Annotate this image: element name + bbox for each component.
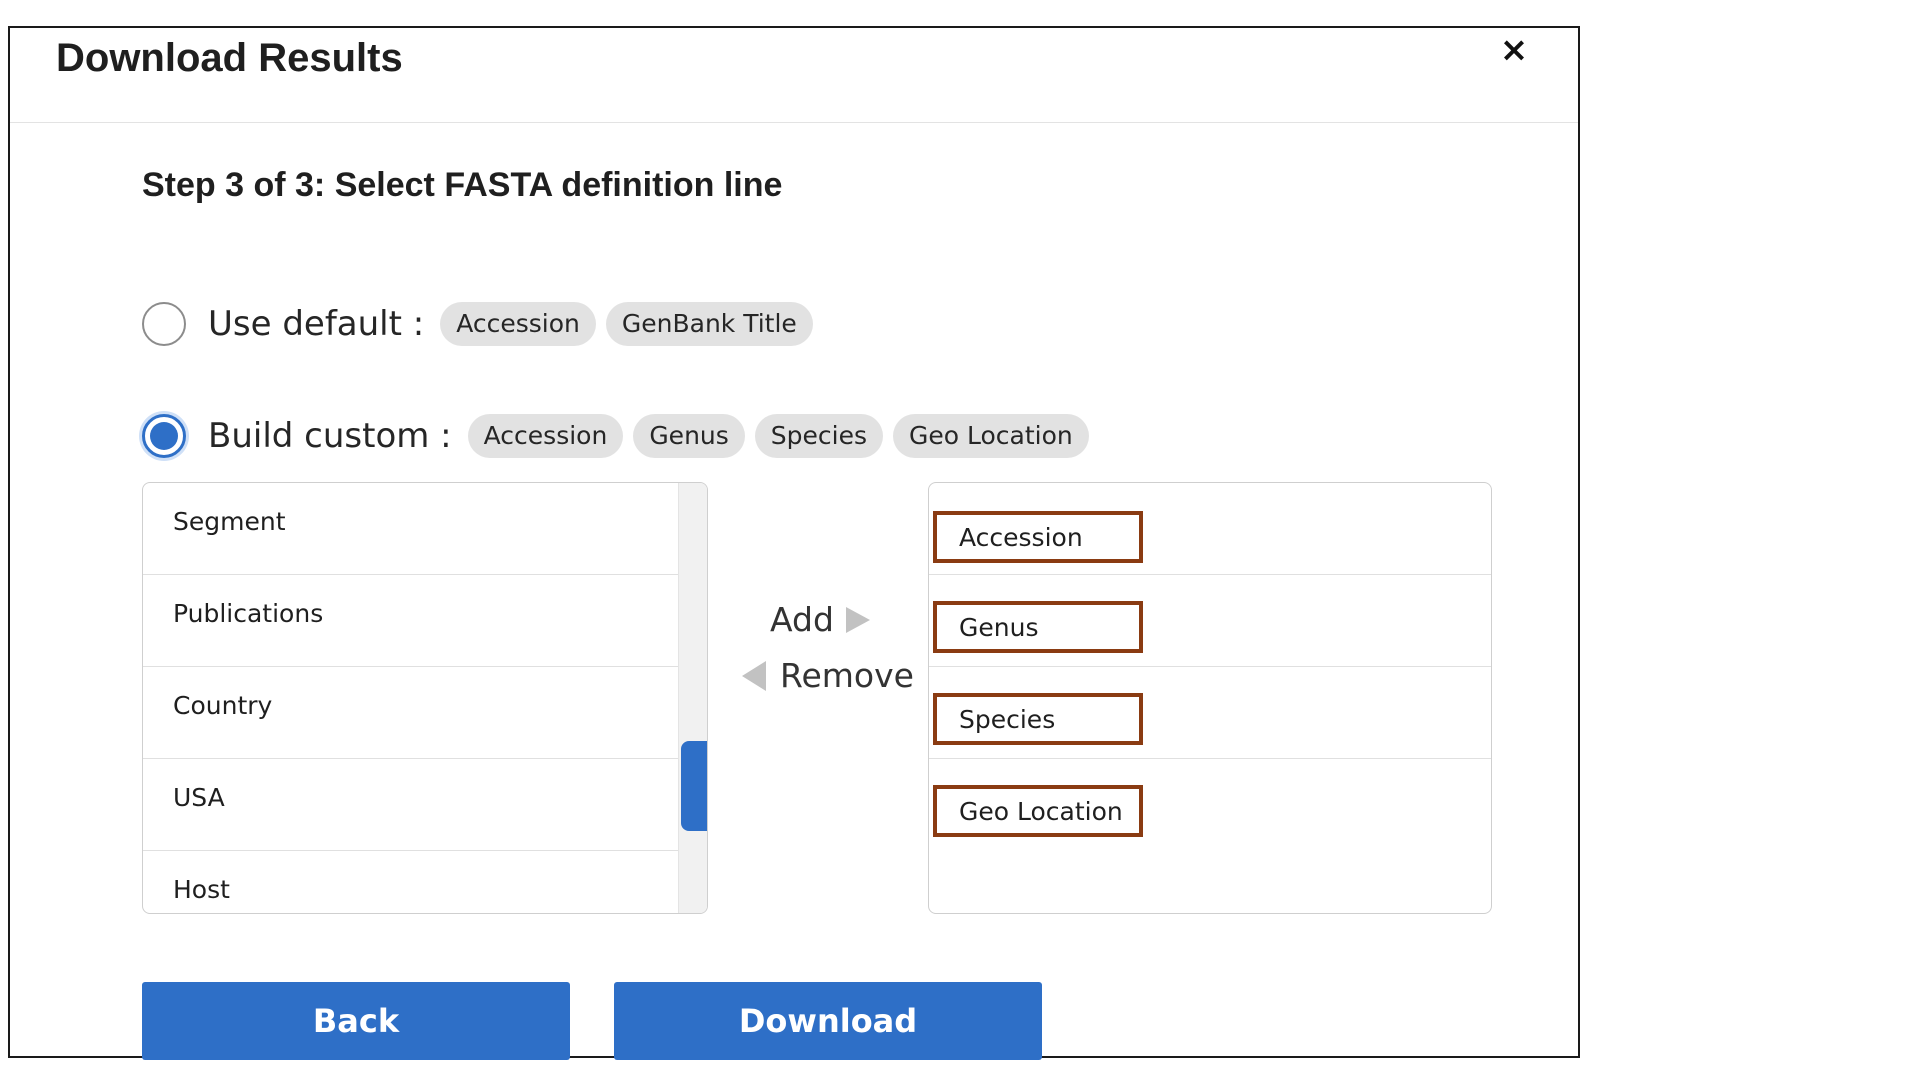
selected-field: Species: [933, 693, 1143, 745]
use-default-label: Use default :: [208, 304, 425, 344]
selected-field: Genus: [933, 601, 1143, 653]
triangle-right-icon: [845, 606, 870, 633]
list-item[interactable]: Species: [929, 667, 1491, 759]
selected-field: Geo Location: [933, 785, 1143, 837]
custom-chip: Geo Location: [893, 414, 1089, 458]
download-results-dialog: Download Results × Step 3 of 3: Select F…: [8, 26, 1580, 1060]
add-button[interactable]: Add: [770, 600, 870, 639]
list-item[interactable]: Segment: [143, 483, 679, 575]
list-item[interactable]: Host: [143, 851, 679, 913]
scrollbar-track[interactable]: [678, 483, 707, 913]
use-default-option[interactable]: Use default : Accession GenBank Title: [142, 300, 823, 348]
default-chip: GenBank Title: [605, 302, 813, 346]
list-item[interactable]: USA: [143, 759, 679, 851]
list-item[interactable]: Genus: [929, 575, 1491, 667]
add-label: Add: [770, 600, 834, 639]
selected-fields-list[interactable]: Accession Genus Species Geo Location: [928, 482, 1492, 914]
close-icon[interactable]: ×: [1494, 30, 1534, 70]
list-item[interactable]: Accession: [929, 483, 1491, 575]
selected-field: Accession: [933, 511, 1143, 563]
remove-button[interactable]: Remove: [742, 656, 914, 695]
build-custom-label: Build custom :: [208, 416, 452, 456]
step-title: Step 3 of 3: Select FASTA definition lin…: [142, 166, 783, 204]
available-fields-items: Segment Publications Country USA Host: [143, 483, 679, 913]
default-chip: Accession: [440, 302, 596, 346]
dialog-header: Download Results: [10, 28, 1578, 123]
build-custom-option[interactable]: Build custom : Accession Genus Species G…: [142, 412, 1099, 460]
back-button[interactable]: Back: [142, 982, 570, 1060]
remove-label: Remove: [780, 656, 914, 695]
custom-chip: Genus: [633, 414, 745, 458]
list-item[interactable]: Publications: [143, 575, 679, 667]
download-button[interactable]: Download: [614, 982, 1042, 1060]
scrollbar-thumb[interactable]: [681, 741, 707, 831]
use-default-radio[interactable]: [142, 302, 186, 346]
dialog-title: Download Results: [56, 36, 403, 80]
page-canvas: Download Results × Step 3 of 3: Select F…: [0, 0, 1920, 1080]
custom-chip: Accession: [467, 414, 624, 458]
available-fields-list[interactable]: Segment Publications Country USA Host: [142, 482, 708, 914]
list-item[interactable]: Country: [143, 667, 679, 759]
list-item[interactable]: Geo Location: [929, 759, 1491, 851]
custom-chip: Species: [754, 414, 883, 458]
triangle-left-icon: [742, 660, 766, 691]
build-custom-radio[interactable]: [142, 414, 186, 458]
